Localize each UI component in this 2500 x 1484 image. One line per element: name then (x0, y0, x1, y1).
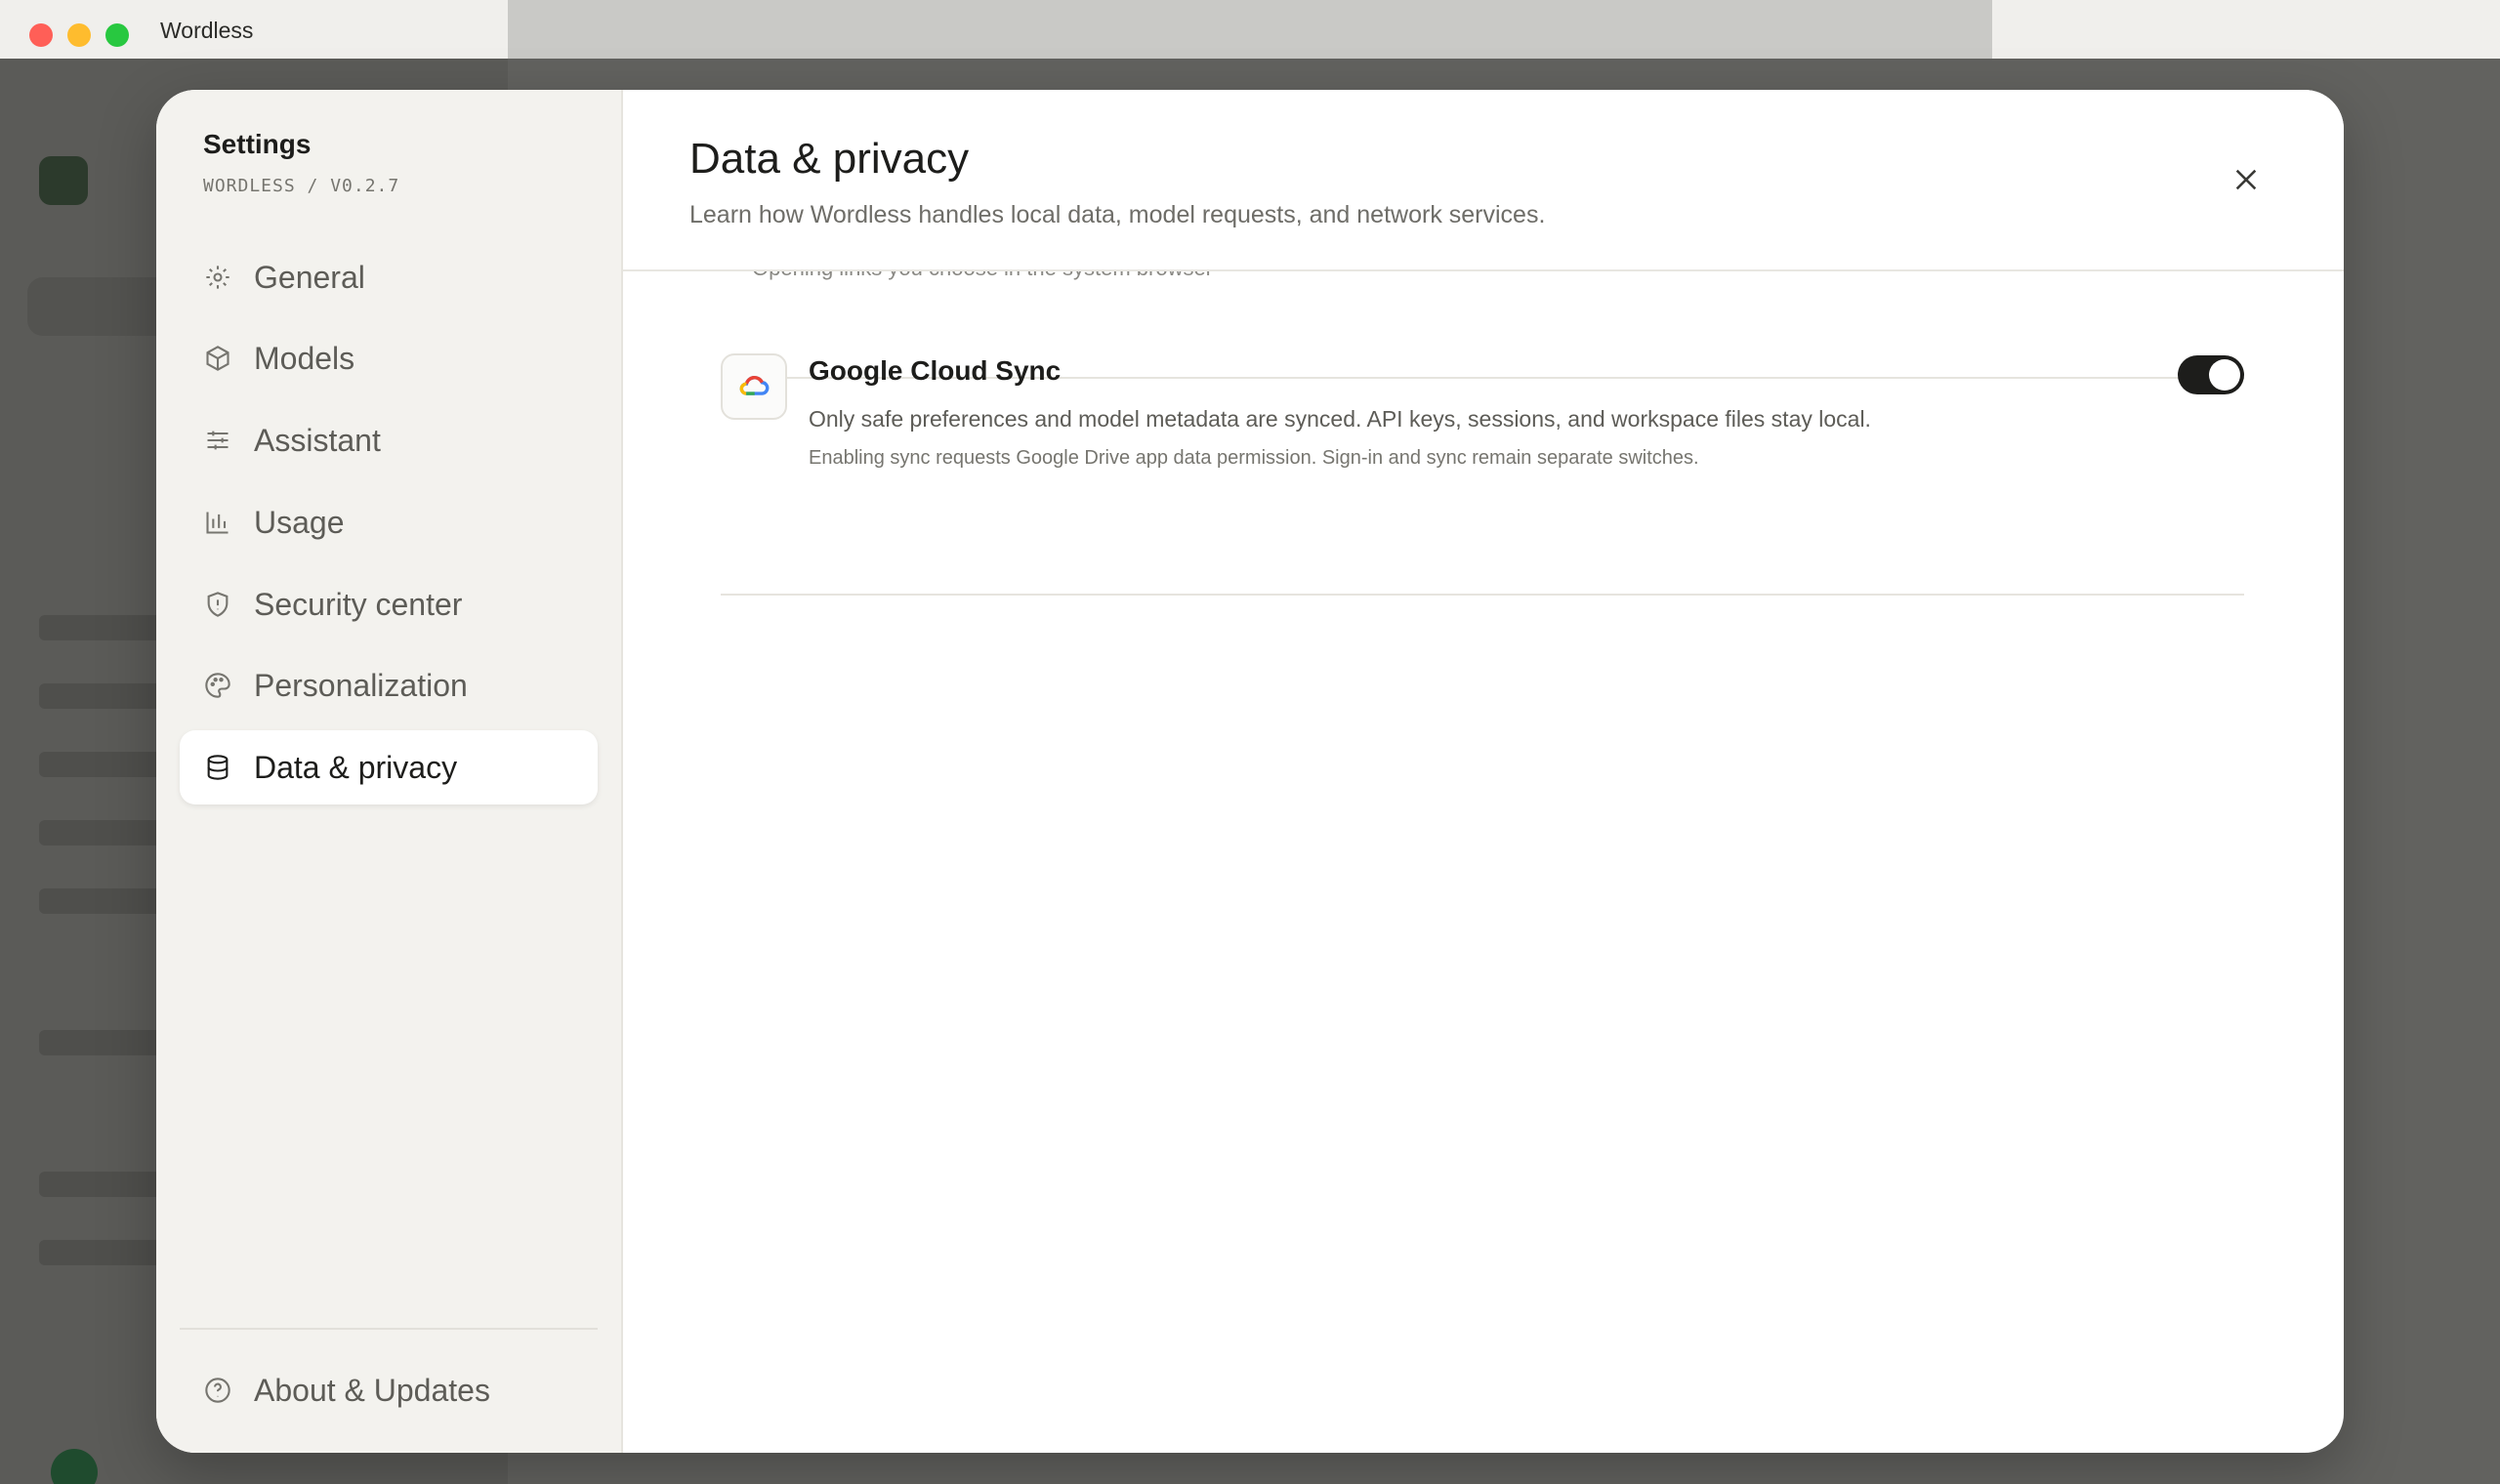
nav-item-general[interactable]: General (180, 240, 598, 314)
settings-modal: Settings WORDLESS / V0.2.7 General Model… (156, 90, 2344, 1453)
bar-chart-icon (203, 508, 232, 537)
scrolled-text: Opening links you choose in the system b… (752, 271, 1213, 281)
gear-icon (203, 263, 232, 292)
nav-item-assistant[interactable]: Assistant (180, 403, 598, 477)
nav-item-label: General (254, 259, 365, 295)
page-subtitle: Learn how Wordless handles local data, m… (689, 201, 1546, 228)
background-avatar (51, 1449, 98, 1484)
page-header: Data & privacy Learn how Wordless handle… (623, 90, 2344, 271)
settings-main: Data & privacy Learn how Wordless handle… (623, 90, 2344, 1453)
cloud-sync-note: Enabling sync requests Google Drive app … (809, 447, 1699, 469)
app-version: WORDLESS / V0.2.7 (203, 176, 400, 196)
nav-item-label: Assistant (254, 422, 381, 458)
palette-icon (203, 671, 232, 700)
cloud-sync-title: Google Cloud Sync (809, 355, 1062, 386)
maximize-window-button[interactable] (105, 23, 129, 47)
close-settings-button[interactable] (2227, 160, 2266, 199)
sliders-icon (203, 426, 232, 455)
close-icon (2235, 169, 2257, 190)
cube-icon (203, 344, 232, 373)
minimize-window-button[interactable] (67, 23, 91, 47)
nav-item-about-updates[interactable]: About & Updates (180, 1353, 598, 1427)
settings-sidebar: Settings WORDLESS / V0.2.7 General Model… (156, 90, 623, 1453)
sidebar-divider (180, 1328, 598, 1330)
close-window-button[interactable] (29, 23, 53, 47)
settings-content[interactable]: Opening links you choose in the system b… (623, 271, 2344, 1453)
page-title: Data & privacy (689, 135, 970, 183)
nav-item-usage[interactable]: Usage (180, 485, 598, 559)
titlebar-overlay (508, 0, 1992, 59)
google-cloud-icon (721, 353, 787, 420)
window-title: Wordless (160, 18, 254, 43)
nav-item-security-center[interactable]: Security center (180, 567, 598, 641)
nav-item-label: Personalization (254, 667, 468, 703)
background-logo (39, 156, 88, 205)
toggle-knob (2209, 359, 2240, 391)
nav-item-label: Security center (254, 586, 463, 622)
help-circle-icon (203, 1376, 232, 1405)
window-titlebar: Wordless (0, 0, 2500, 59)
nav-item-personalization[interactable]: Personalization (180, 648, 598, 722)
nav-item-models[interactable]: Models (180, 321, 598, 395)
shield-icon (203, 590, 232, 619)
settings-title: Settings (203, 129, 312, 159)
nav-item-label: Data & privacy (254, 749, 458, 785)
nav-item-label: Models (254, 340, 355, 376)
cloud-sync-description: Only safe preferences and model metadata… (809, 406, 1871, 432)
nav-item-label: Usage (254, 504, 345, 540)
nav-item-data-privacy[interactable]: Data & privacy (180, 730, 598, 804)
nav-item-label: About & Updates (254, 1372, 490, 1408)
divider (721, 594, 2244, 596)
cloud-sync-toggle[interactable] (2178, 355, 2244, 394)
database-icon (203, 753, 232, 782)
